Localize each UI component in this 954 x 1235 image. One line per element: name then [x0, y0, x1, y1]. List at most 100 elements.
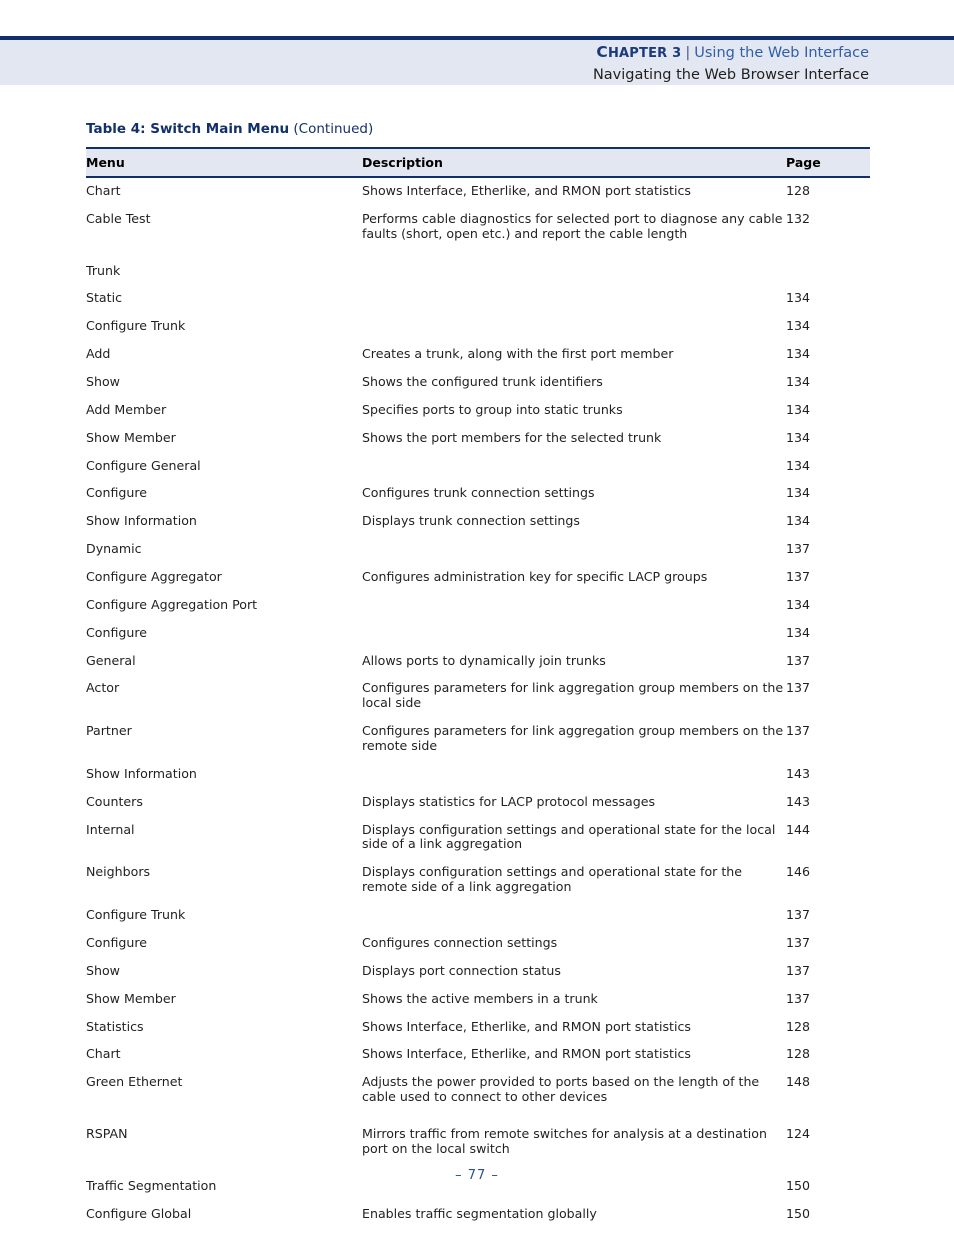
page-link[interactable]: 134	[786, 285, 870, 313]
page-link[interactable]: 148	[786, 1069, 870, 1112]
table-body: Chart Shows Interface, Etherlike, and RMO…	[86, 177, 870, 1228]
menu-cell: Cable Test	[86, 210, 151, 226]
page-footer: – 77 –	[0, 1168, 954, 1183]
description-cell: Configures trunk connection settings	[362, 485, 595, 501]
menu-cell: Show Information	[86, 513, 197, 529]
page-link[interactable]: 137	[786, 564, 870, 592]
table-caption: Table 4: Switch Main Menu (Continued)	[86, 121, 373, 137]
page-link[interactable]: 134	[786, 480, 870, 508]
table-row: Show Information 143	[86, 761, 870, 789]
description-cell	[362, 620, 786, 648]
description-cell: Enables traffic segmentation globally	[362, 1205, 597, 1221]
table-row: Add Member Specifies ports to group into …	[86, 397, 870, 425]
description-cell: Creates a trunk, along with the first po…	[362, 346, 674, 362]
page-link[interactable]: 146	[786, 859, 870, 902]
menu-cell: Trunk	[86, 262, 121, 278]
description-cell: Mirrors traffic from remote switches for…	[362, 1125, 767, 1156]
menu-cell: General	[86, 652, 136, 668]
table-row: Configure Aggregator Configures administr…	[86, 564, 870, 592]
page-link[interactable]	[786, 249, 870, 286]
page-link[interactable]: 134	[786, 508, 870, 536]
table-row: Internal Displays configuration settings …	[86, 817, 870, 860]
table-row: General Allows ports to dynamically join …	[86, 648, 870, 676]
page-link[interactable]: 150	[786, 1201, 870, 1229]
table-row: Show Shows the configured trunk identifie…	[86, 369, 870, 397]
page-link[interactable]: 134	[786, 369, 870, 397]
table-row: RSPAN Mirrors traffic from remote switche…	[86, 1112, 870, 1164]
table-row: Static 134	[86, 285, 870, 313]
table-row: Show Displays port connection status 137	[86, 958, 870, 986]
page-link[interactable]: 137	[786, 648, 870, 676]
table-row: Actor Configures parameters for link aggr…	[86, 675, 870, 718]
description-cell: Configures parameters for link aggregati…	[362, 723, 784, 754]
menu-cell: Actor	[86, 680, 120, 696]
description-cell: Shows Interface, Etherlike, and RMON por…	[362, 1046, 691, 1062]
table-row: Configure Configures trunk connection set…	[86, 480, 870, 508]
page-link[interactable]: 128	[786, 1041, 870, 1069]
running-header-chapter-line: CHAPTER 3 | Using the Web Interface	[593, 41, 869, 64]
description-cell: Displays port connection status	[362, 962, 561, 978]
menu-cell: Chart	[86, 1046, 121, 1062]
menu-cell: Configure Aggregator	[86, 569, 222, 585]
page-link[interactable]: 137	[786, 986, 870, 1014]
page-link[interactable]: 137	[786, 930, 870, 958]
menu-cell: Add	[86, 346, 111, 362]
menu-cell: Counters	[86, 793, 143, 809]
table-row: Show Information Displays trunk connectio…	[86, 508, 870, 536]
chapter-label-capital: C	[596, 43, 608, 61]
page-link[interactable]: 143	[786, 761, 870, 789]
table-header: Menu Description Page	[86, 147, 870, 178]
description-cell: Shows Interface, Etherlike, and RMON por…	[362, 183, 691, 198]
table-row: Chart Shows Interface, Etherlike, and RMO…	[86, 177, 870, 206]
page-link[interactable]: 132	[786, 206, 870, 249]
description-cell	[362, 592, 786, 620]
page-link[interactable]: 128	[786, 1014, 870, 1042]
menu-cell: Internal	[86, 821, 135, 837]
page-link[interactable]: 137	[786, 675, 870, 718]
page-link[interactable]: 137	[786, 718, 870, 761]
table-header-row: Menu Description Page	[86, 147, 870, 178]
page-link[interactable]: 124	[786, 1112, 870, 1164]
page-link[interactable]: 134	[786, 397, 870, 425]
description-cell: Shows Interface, Etherlike, and RMON por…	[362, 1018, 691, 1034]
description-cell: Allows ports to dynamically join trunks	[362, 652, 606, 668]
page-link[interactable]: 143	[786, 789, 870, 817]
page-link[interactable]: 137	[786, 536, 870, 564]
menu-cell: Show	[86, 374, 120, 390]
description-cell: Performs cable diagnostics for selected …	[362, 210, 783, 241]
description-cell: Shows the configured trunk identifiers	[362, 374, 603, 390]
chapter-label-rest: HAPTER	[607, 46, 668, 61]
section-title: Navigating the Web Browser Interface	[592, 67, 869, 84]
table-row: Configure Aggregation Port 134	[86, 592, 870, 620]
column-header-page: Page	[786, 147, 870, 178]
menu-cell: Neighbors	[86, 864, 151, 880]
menu-cell: Configure	[86, 934, 148, 950]
column-header-menu: Menu	[86, 147, 362, 178]
page-link[interactable]: 134	[786, 592, 870, 620]
page-link[interactable]: 134	[786, 425, 870, 453]
description-cell	[362, 285, 786, 313]
menu-cell: Show	[86, 962, 120, 978]
page-link[interactable]: 137	[786, 902, 870, 930]
table-row: Trunk	[86, 249, 870, 286]
column-header-description: Description	[362, 147, 786, 178]
table-row: Add Creates a trunk, along with the first…	[86, 341, 870, 369]
page-link[interactable]: 144	[786, 817, 870, 860]
description-cell	[362, 536, 786, 564]
page-link[interactable]: 134	[786, 341, 870, 369]
menu-cell: Show Member	[86, 429, 176, 445]
table-row: Partner Configures parameters for link ag…	[86, 718, 870, 761]
menu-cell: Configure Trunk	[86, 907, 186, 923]
page-link[interactable]: 134	[786, 453, 870, 481]
description-cell: Displays configuration settings and oper…	[362, 864, 743, 895]
page-link[interactable]: 134	[786, 620, 870, 648]
page-link[interactable]: 134	[786, 313, 870, 341]
menu-cell: Configure Global	[86, 1205, 192, 1221]
page-link[interactable]: 137	[786, 958, 870, 986]
menu-cell: Add Member	[86, 401, 167, 417]
page-link[interactable]: 128	[786, 177, 870, 206]
description-cell	[362, 249, 786, 286]
description-cell	[362, 313, 786, 341]
table-row: Chart Shows Interface, Etherlike, and RMO…	[86, 1041, 870, 1069]
description-cell	[362, 902, 786, 930]
